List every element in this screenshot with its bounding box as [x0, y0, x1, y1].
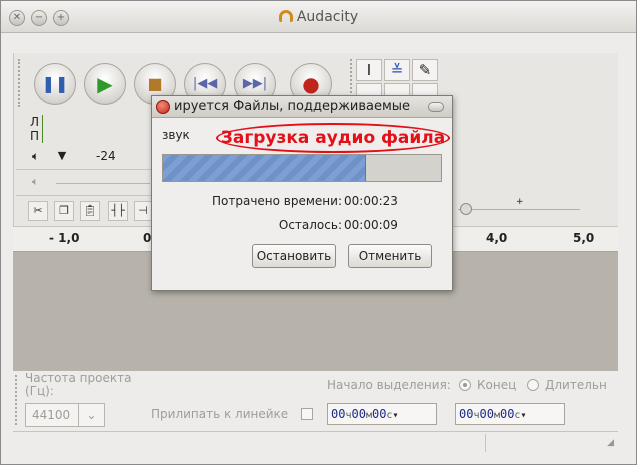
chevron-down-icon: ▾	[392, 410, 399, 421]
seconds-value: 00	[499, 407, 515, 421]
pause-icon: ❚❚	[41, 74, 69, 93]
snap-to-label: Прилипать к линейке	[151, 407, 289, 421]
window-title: Audacity	[1, 1, 636, 33]
status-bar: ◢	[13, 431, 618, 453]
meter-right-label: П	[30, 129, 40, 143]
audacity-logo-icon	[278, 10, 293, 22]
length-radio-label: Длительн	[545, 378, 607, 392]
dialog-close-button[interactable]	[156, 100, 170, 114]
speaker-icon: 🔈︎	[32, 149, 40, 163]
divider	[16, 169, 151, 170]
cancel-import-button[interactable]: Отменить	[348, 244, 432, 268]
status-divider	[485, 434, 486, 452]
import-progress-dialog: ируется Файлы, поддерживаемые звук Загру…	[151, 95, 453, 291]
output-meter	[42, 115, 150, 143]
volume-dropdown[interactable]: ▼	[54, 149, 70, 165]
playback-volume-slider[interactable]	[56, 183, 150, 184]
playback-speed-slider[interactable]: +	[454, 197, 584, 217]
annotation-callout: Загрузка аудио файла	[216, 123, 450, 153]
selection-start-time[interactable]: 00ч00м00с▾	[327, 403, 437, 425]
selection-end-time[interactable]: 00ч00м00с▾	[455, 403, 565, 425]
remaining-time-label: Осталось:	[278, 218, 342, 232]
slider-thumb[interactable]	[460, 203, 472, 215]
project-rate-select[interactable]: 44100 ⌄	[25, 403, 105, 427]
paste-icon[interactable]: 📋︎	[80, 201, 100, 221]
length-radio[interactable]	[527, 379, 539, 391]
chevron-down-icon: ⌄	[78, 404, 104, 426]
audacity-window: ✕ − + Audacity ❚❚ ▶ ■ |◀◀ ▶▶| ● I ≚ ✎ Л …	[0, 0, 637, 465]
chevron-down-icon: ▾	[520, 410, 527, 421]
toolbar-grip[interactable]	[18, 59, 24, 107]
selection-start-label: Начало выделения:	[327, 378, 451, 392]
meter-scale-label: -24	[96, 149, 116, 163]
end-radio-label: Конец	[477, 378, 517, 392]
envelope-tool[interactable]: ≚	[384, 59, 410, 81]
hours-value: 00	[459, 407, 474, 421]
cut-icon[interactable]: ✂	[28, 201, 48, 221]
stop-import-button[interactable]: Остановить	[252, 244, 336, 268]
ruler-tick-label: 5,0	[573, 231, 595, 245]
divider	[16, 195, 151, 196]
pencil-icon: ✎	[418, 61, 432, 79]
dialog-title-bar: ируется Файлы, поддерживаемые	[152, 96, 452, 118]
resize-grip-icon[interactable]: ◢	[607, 438, 614, 448]
hours-value: 00	[331, 407, 346, 421]
project-rate-label: Частота проекта (Гц):	[25, 371, 132, 398]
text-cursor-icon: I	[366, 61, 372, 79]
window-title-text: Audacity	[296, 9, 359, 25]
play-icon: ▶	[97, 72, 113, 96]
elapsed-time-label: Потрачено времени:	[212, 194, 342, 208]
seconds-value: 00	[371, 407, 387, 421]
ruler-tick-label: 4,0	[486, 231, 508, 245]
selection-tool[interactable]: I	[356, 59, 382, 81]
slider-tick: +	[516, 197, 524, 207]
ruler-tick-label: - 1,0	[49, 231, 80, 245]
importing-file-name: звук	[162, 128, 190, 142]
dialog-title: ируется Файлы, поддерживаемые	[174, 99, 411, 114]
remaining-time-value: 00:00:09	[344, 218, 398, 232]
pause-button[interactable]: ❚❚	[34, 63, 76, 105]
snap-to-checkbox[interactable]	[301, 408, 313, 420]
elapsed-time-value: 00:00:23	[344, 194, 398, 208]
draw-tool[interactable]: ✎	[412, 59, 438, 81]
envelope-icon: ≚	[390, 61, 404, 79]
play-button[interactable]: ▶	[84, 63, 126, 105]
selection-toolbar-grip[interactable]	[15, 375, 21, 425]
playback-volume-icon: 🔈︎	[32, 175, 39, 188]
progress-fill	[163, 155, 366, 181]
meter-left-label: Л	[30, 115, 40, 129]
title-bar: ✕ − + Audacity	[1, 1, 636, 33]
minutes-value: 00	[479, 407, 494, 421]
project-rate-value: 44100	[32, 408, 71, 422]
silence-icon[interactable]: ⊣	[134, 201, 152, 221]
selection-toolbar: Частота проекта (Гц): 44100 ⌄ Прилипать …	[13, 371, 618, 431]
trim-icon[interactable]: ┤├	[108, 201, 128, 221]
import-progress-bar	[162, 154, 442, 182]
copy-icon[interactable]: ❐	[54, 201, 74, 221]
end-radio[interactable]	[459, 379, 471, 391]
dialog-minimize-button[interactable]	[428, 102, 444, 112]
minutes-value: 00	[351, 407, 366, 421]
